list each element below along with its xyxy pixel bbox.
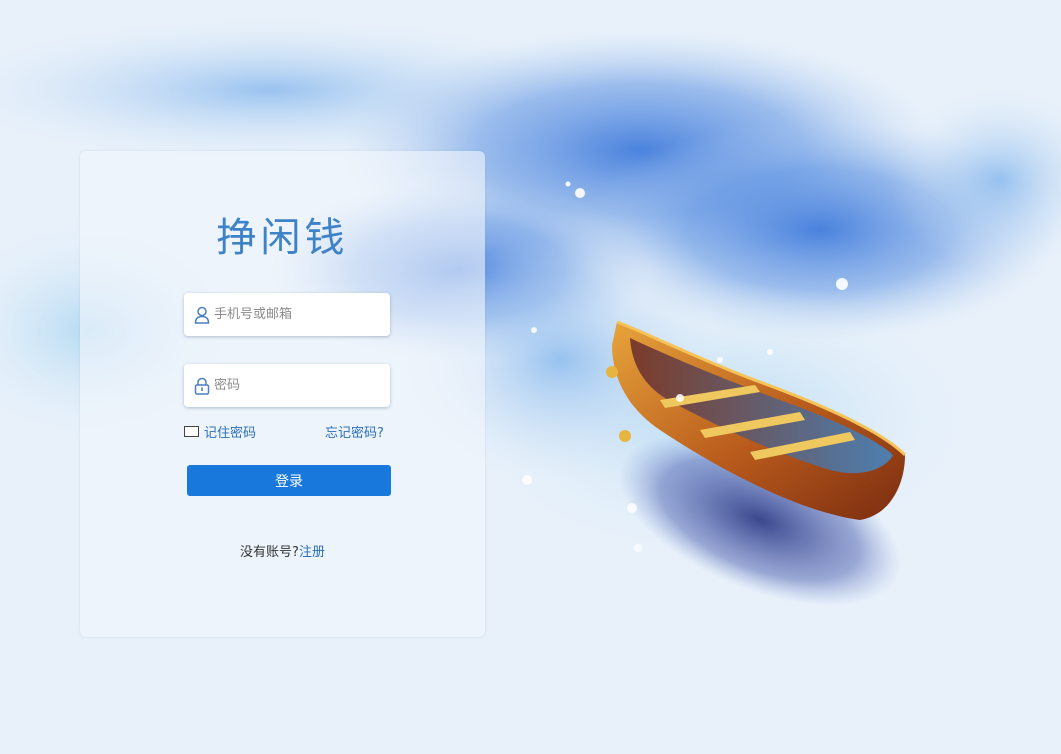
register-link[interactable]: 注册: [299, 545, 325, 560]
login-page: 挣闲钱 记住密码 忘记密码? 登录 没有账号?注册: [0, 0, 1061, 754]
register-prompt: 没有账号?: [240, 545, 299, 560]
forgot-password-link[interactable]: 忘记密码?: [325, 422, 384, 441]
username-input[interactable]: [211, 307, 384, 322]
remember-password[interactable]: 记住密码: [184, 422, 256, 441]
register-row: 没有账号?注册: [80, 541, 485, 560]
login-button[interactable]: 登录: [187, 465, 391, 496]
username-field[interactable]: [184, 293, 390, 336]
remember-checkbox[interactable]: [184, 426, 199, 437]
password-field[interactable]: [184, 364, 390, 407]
password-input[interactable]: [211, 378, 384, 393]
lock-icon: [193, 376, 211, 396]
user-icon: [193, 305, 211, 325]
remember-label: 记住密码: [204, 426, 257, 441]
